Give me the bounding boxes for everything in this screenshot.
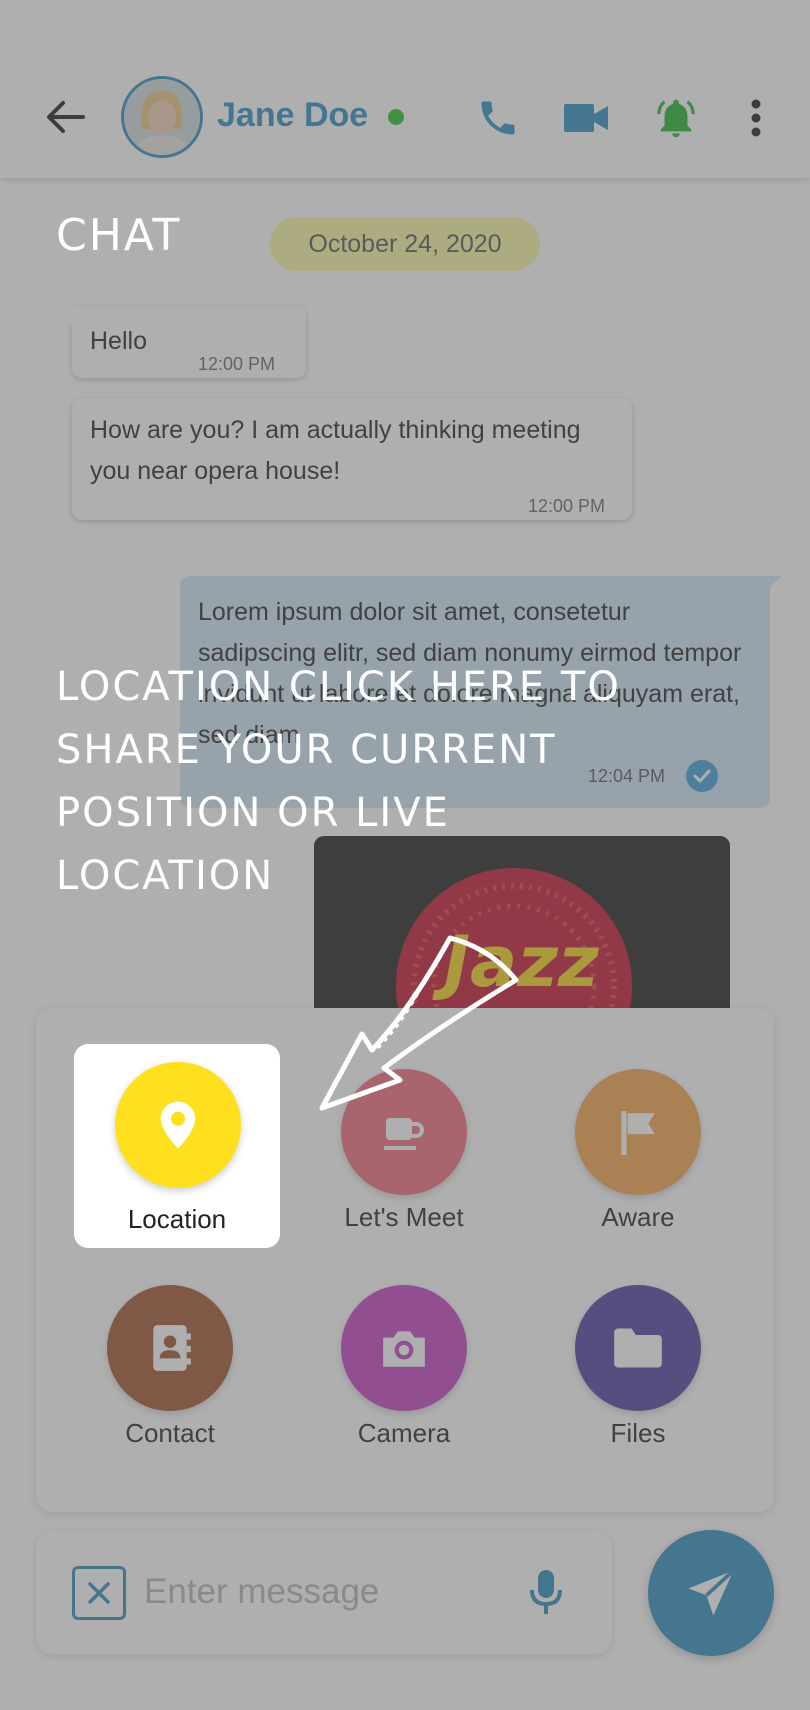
coffee-cup-icon <box>384 1118 424 1150</box>
incoming-message[interactable]: Hello 12:00 PM <box>72 306 306 378</box>
message-text: Hello <box>90 327 147 355</box>
location-highlight-label: Location <box>127 1204 227 1234</box>
flag-icon <box>621 1111 655 1155</box>
camera-icon <box>383 1331 425 1367</box>
message-time: 12:00 PM <box>198 354 276 374</box>
attach-lets-meet-button[interactable]: Let's Meet <box>304 1052 504 1252</box>
location-highlight-button[interactable]: Location <box>74 1044 280 1248</box>
more-options-button[interactable] <box>728 92 784 144</box>
attach-files-button[interactable]: Files <box>538 1268 738 1468</box>
video-camera-icon <box>564 104 608 132</box>
message-tail <box>760 576 782 596</box>
notifications-button[interactable] <box>648 92 704 144</box>
message-tail <box>50 306 72 326</box>
message-input-bar <box>36 1530 612 1654</box>
incoming-message[interactable]: How are you? I am actually thinking meet… <box>72 398 632 520</box>
contact-circle <box>107 1285 233 1411</box>
read-receipt <box>686 760 718 792</box>
location-highlight-circle <box>115 1062 241 1188</box>
online-status-dot <box>388 109 404 125</box>
attach-label: Aware <box>601 1202 675 1232</box>
back-button[interactable] <box>40 95 90 139</box>
message-input[interactable] <box>144 1562 504 1622</box>
microphone-button[interactable] <box>522 1564 570 1620</box>
send-icon <box>688 1569 735 1616</box>
address-book-icon <box>153 1325 191 1371</box>
coach-chat-title: CHAT <box>56 210 182 261</box>
video-call-button[interactable] <box>558 92 614 144</box>
folder-icon <box>614 1328 662 1368</box>
attach-contact-button[interactable]: Contact <box>70 1268 270 1468</box>
files-circle <box>575 1285 701 1411</box>
aware-circle <box>575 1069 701 1195</box>
attach-label: Files <box>610 1418 666 1448</box>
more-vertical-icon <box>751 99 761 137</box>
chat-screen: Jane Doe October 24, 2020 Hello 12:00 PM… <box>0 0 810 1710</box>
attach-aware-button[interactable]: Aware <box>538 1052 738 1252</box>
call-button[interactable] <box>470 92 526 144</box>
coach-location-hint: Location click here to share your curren… <box>56 664 621 899</box>
chat-header: Jane Doe <box>0 0 810 178</box>
contact-name: Jane Doe <box>217 96 369 134</box>
avatar-photo-icon <box>124 79 200 155</box>
send-button[interactable] <box>648 1530 774 1656</box>
attach-label: Let's Meet <box>344 1202 464 1232</box>
clear-button[interactable] <box>72 1566 126 1620</box>
date-separator: October 24, 2020 <box>270 217 540 271</box>
bell-icon <box>657 99 695 138</box>
avatar[interactable] <box>121 76 203 158</box>
attach-label: Camera <box>357 1418 451 1448</box>
lets-meet-circle <box>341 1069 467 1195</box>
message-time: 12:00 PM <box>528 496 606 516</box>
microphone-icon <box>530 1570 562 1614</box>
camera-circle <box>341 1285 467 1411</box>
attach-label: Contact <box>125 1418 215 1448</box>
close-icon <box>88 1582 110 1604</box>
message-text: How are you? I am actually thinking meet… <box>90 416 581 485</box>
map-pin-icon <box>160 1101 196 1149</box>
jazz-logo-text: Jazz <box>432 921 600 1003</box>
check-icon <box>693 769 711 783</box>
back-arrow-icon <box>47 101 85 133</box>
phone-icon <box>481 101 515 135</box>
attach-camera-button[interactable]: Camera <box>304 1268 504 1468</box>
